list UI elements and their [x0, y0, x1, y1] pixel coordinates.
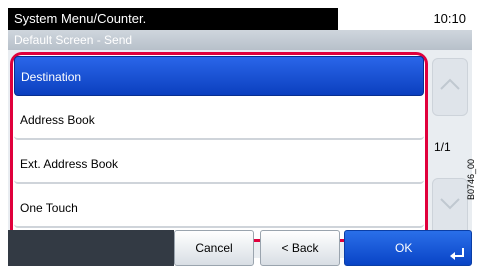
ok-button[interactable]: OK: [344, 230, 472, 266]
footer-bar: [8, 230, 174, 266]
title-bar: System Menu/Counter. 10:10: [8, 8, 472, 30]
panel-screen: System Menu/Counter. 10:10 Default Scree…: [8, 8, 472, 266]
screen-title: Default Screen - Send: [8, 30, 472, 50]
figure-code: B0746_00: [466, 158, 476, 200]
cancel-button[interactable]: Cancel: [174, 230, 254, 266]
list-item-destination[interactable]: Destination: [14, 56, 424, 96]
back-button[interactable]: < Back: [260, 230, 340, 266]
list-item-address-book[interactable]: Address Book: [14, 100, 424, 140]
enter-icon: [450, 248, 464, 260]
clock: 10:10: [433, 11, 466, 26]
option-list: Destination Address Book Ext. Address Bo…: [14, 56, 424, 232]
list-item-ext-address-book[interactable]: Ext. Address Book: [14, 144, 424, 184]
scroll-up-button[interactable]: [432, 58, 468, 116]
list-item-one-touch[interactable]: One Touch: [14, 188, 424, 228]
ok-label: OK: [395, 241, 413, 255]
page-indicator: 1/1: [434, 140, 451, 154]
menu-title: System Menu/Counter.: [8, 8, 338, 30]
chevron-up-icon: [440, 78, 460, 90]
scroll-down-button[interactable]: [432, 178, 468, 236]
chevron-down-icon: [440, 198, 460, 210]
